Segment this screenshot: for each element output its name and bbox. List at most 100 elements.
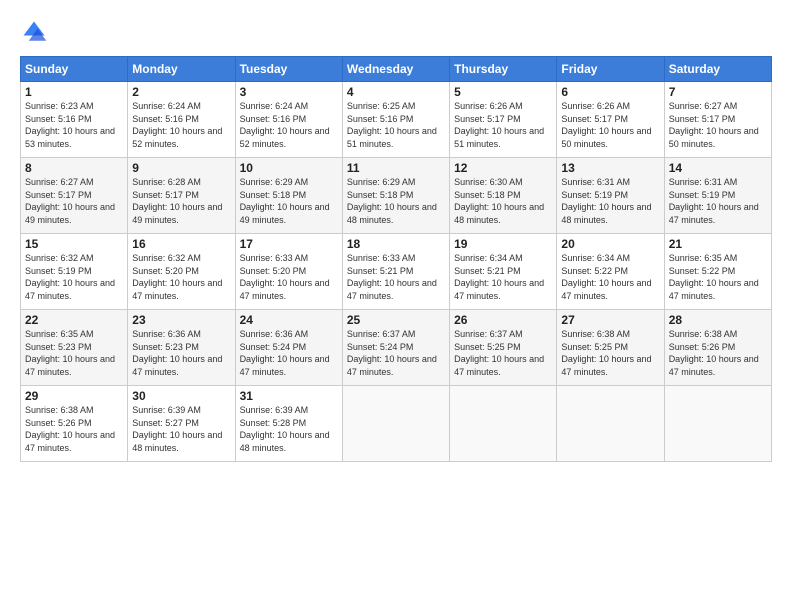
day-number: 5 xyxy=(454,85,552,99)
day-info: Sunrise: 6:31 AMSunset: 5:19 PMDaylight:… xyxy=(561,176,659,226)
day-info: Sunrise: 6:32 AMSunset: 5:20 PMDaylight:… xyxy=(132,252,230,302)
day-number: 30 xyxy=(132,389,230,403)
calendar-cell: 21Sunrise: 6:35 AMSunset: 5:22 PMDayligh… xyxy=(664,234,771,310)
calendar-table: SundayMondayTuesdayWednesdayThursdayFrid… xyxy=(20,56,772,462)
day-info: Sunrise: 6:29 AMSunset: 5:18 PMDaylight:… xyxy=(240,176,338,226)
day-info: Sunrise: 6:27 AMSunset: 5:17 PMDaylight:… xyxy=(669,100,767,150)
day-number: 2 xyxy=(132,85,230,99)
weekday-header-tuesday: Tuesday xyxy=(235,57,342,82)
day-info: Sunrise: 6:26 AMSunset: 5:17 PMDaylight:… xyxy=(561,100,659,150)
day-info: Sunrise: 6:38 AMSunset: 5:26 PMDaylight:… xyxy=(669,328,767,378)
day-info: Sunrise: 6:23 AMSunset: 5:16 PMDaylight:… xyxy=(25,100,123,150)
calendar-cell xyxy=(664,386,771,462)
day-info: Sunrise: 6:26 AMSunset: 5:17 PMDaylight:… xyxy=(454,100,552,150)
calendar-cell: 5Sunrise: 6:26 AMSunset: 5:17 PMDaylight… xyxy=(450,82,557,158)
day-number: 15 xyxy=(25,237,123,251)
day-number: 29 xyxy=(25,389,123,403)
calendar-cell: 11Sunrise: 6:29 AMSunset: 5:18 PMDayligh… xyxy=(342,158,449,234)
calendar-cell: 29Sunrise: 6:38 AMSunset: 5:26 PMDayligh… xyxy=(21,386,128,462)
calendar-cell: 17Sunrise: 6:33 AMSunset: 5:20 PMDayligh… xyxy=(235,234,342,310)
day-number: 11 xyxy=(347,161,445,175)
weekday-header-thursday: Thursday xyxy=(450,57,557,82)
day-number: 7 xyxy=(669,85,767,99)
calendar-cell: 4Sunrise: 6:25 AMSunset: 5:16 PMDaylight… xyxy=(342,82,449,158)
calendar-cell: 12Sunrise: 6:30 AMSunset: 5:18 PMDayligh… xyxy=(450,158,557,234)
calendar-cell: 3Sunrise: 6:24 AMSunset: 5:16 PMDaylight… xyxy=(235,82,342,158)
calendar-cell: 8Sunrise: 6:27 AMSunset: 5:17 PMDaylight… xyxy=(21,158,128,234)
day-number: 12 xyxy=(454,161,552,175)
day-number: 24 xyxy=(240,313,338,327)
calendar-cell: 15Sunrise: 6:32 AMSunset: 5:19 PMDayligh… xyxy=(21,234,128,310)
day-number: 28 xyxy=(669,313,767,327)
day-info: Sunrise: 6:34 AMSunset: 5:21 PMDaylight:… xyxy=(454,252,552,302)
day-info: Sunrise: 6:36 AMSunset: 5:24 PMDaylight:… xyxy=(240,328,338,378)
day-number: 13 xyxy=(561,161,659,175)
calendar-cell: 23Sunrise: 6:36 AMSunset: 5:23 PMDayligh… xyxy=(128,310,235,386)
calendar-cell: 14Sunrise: 6:31 AMSunset: 5:19 PMDayligh… xyxy=(664,158,771,234)
calendar-cell: 18Sunrise: 6:33 AMSunset: 5:21 PMDayligh… xyxy=(342,234,449,310)
calendar-cell: 28Sunrise: 6:38 AMSunset: 5:26 PMDayligh… xyxy=(664,310,771,386)
day-number: 25 xyxy=(347,313,445,327)
day-number: 22 xyxy=(25,313,123,327)
day-info: Sunrise: 6:30 AMSunset: 5:18 PMDaylight:… xyxy=(454,176,552,226)
day-info: Sunrise: 6:39 AMSunset: 5:28 PMDaylight:… xyxy=(240,404,338,454)
day-number: 14 xyxy=(669,161,767,175)
day-number: 26 xyxy=(454,313,552,327)
calendar-cell xyxy=(342,386,449,462)
day-info: Sunrise: 6:33 AMSunset: 5:21 PMDaylight:… xyxy=(347,252,445,302)
logo-icon xyxy=(20,18,48,46)
day-number: 1 xyxy=(25,85,123,99)
day-info: Sunrise: 6:24 AMSunset: 5:16 PMDaylight:… xyxy=(240,100,338,150)
day-info: Sunrise: 6:28 AMSunset: 5:17 PMDaylight:… xyxy=(132,176,230,226)
calendar-cell: 13Sunrise: 6:31 AMSunset: 5:19 PMDayligh… xyxy=(557,158,664,234)
day-number: 21 xyxy=(669,237,767,251)
day-info: Sunrise: 6:35 AMSunset: 5:22 PMDaylight:… xyxy=(669,252,767,302)
day-info: Sunrise: 6:38 AMSunset: 5:25 PMDaylight:… xyxy=(561,328,659,378)
calendar-cell: 9Sunrise: 6:28 AMSunset: 5:17 PMDaylight… xyxy=(128,158,235,234)
day-number: 4 xyxy=(347,85,445,99)
calendar-cell: 31Sunrise: 6:39 AMSunset: 5:28 PMDayligh… xyxy=(235,386,342,462)
day-info: Sunrise: 6:34 AMSunset: 5:22 PMDaylight:… xyxy=(561,252,659,302)
calendar-cell: 30Sunrise: 6:39 AMSunset: 5:27 PMDayligh… xyxy=(128,386,235,462)
calendar-cell: 6Sunrise: 6:26 AMSunset: 5:17 PMDaylight… xyxy=(557,82,664,158)
logo xyxy=(20,18,52,46)
week-row-3: 15Sunrise: 6:32 AMSunset: 5:19 PMDayligh… xyxy=(21,234,772,310)
weekday-header-friday: Friday xyxy=(557,57,664,82)
header xyxy=(20,18,772,46)
day-info: Sunrise: 6:36 AMSunset: 5:23 PMDaylight:… xyxy=(132,328,230,378)
day-number: 17 xyxy=(240,237,338,251)
calendar-cell: 27Sunrise: 6:38 AMSunset: 5:25 PMDayligh… xyxy=(557,310,664,386)
calendar-cell: 1Sunrise: 6:23 AMSunset: 5:16 PMDaylight… xyxy=(21,82,128,158)
calendar-cell: 24Sunrise: 6:36 AMSunset: 5:24 PMDayligh… xyxy=(235,310,342,386)
day-number: 9 xyxy=(132,161,230,175)
page: SundayMondayTuesdayWednesdayThursdayFrid… xyxy=(0,0,792,612)
week-row-4: 22Sunrise: 6:35 AMSunset: 5:23 PMDayligh… xyxy=(21,310,772,386)
calendar-cell xyxy=(557,386,664,462)
day-info: Sunrise: 6:27 AMSunset: 5:17 PMDaylight:… xyxy=(25,176,123,226)
day-number: 20 xyxy=(561,237,659,251)
day-number: 8 xyxy=(25,161,123,175)
day-number: 23 xyxy=(132,313,230,327)
calendar-cell xyxy=(450,386,557,462)
week-row-1: 1Sunrise: 6:23 AMSunset: 5:16 PMDaylight… xyxy=(21,82,772,158)
calendar-cell: 26Sunrise: 6:37 AMSunset: 5:25 PMDayligh… xyxy=(450,310,557,386)
day-info: Sunrise: 6:32 AMSunset: 5:19 PMDaylight:… xyxy=(25,252,123,302)
calendar-cell: 22Sunrise: 6:35 AMSunset: 5:23 PMDayligh… xyxy=(21,310,128,386)
week-row-5: 29Sunrise: 6:38 AMSunset: 5:26 PMDayligh… xyxy=(21,386,772,462)
day-info: Sunrise: 6:31 AMSunset: 5:19 PMDaylight:… xyxy=(669,176,767,226)
calendar-cell: 16Sunrise: 6:32 AMSunset: 5:20 PMDayligh… xyxy=(128,234,235,310)
day-number: 16 xyxy=(132,237,230,251)
day-info: Sunrise: 6:24 AMSunset: 5:16 PMDaylight:… xyxy=(132,100,230,150)
weekday-header-sunday: Sunday xyxy=(21,57,128,82)
calendar-cell: 25Sunrise: 6:37 AMSunset: 5:24 PMDayligh… xyxy=(342,310,449,386)
calendar-cell: 7Sunrise: 6:27 AMSunset: 5:17 PMDaylight… xyxy=(664,82,771,158)
week-row-2: 8Sunrise: 6:27 AMSunset: 5:17 PMDaylight… xyxy=(21,158,772,234)
day-info: Sunrise: 6:37 AMSunset: 5:24 PMDaylight:… xyxy=(347,328,445,378)
day-info: Sunrise: 6:29 AMSunset: 5:18 PMDaylight:… xyxy=(347,176,445,226)
day-number: 10 xyxy=(240,161,338,175)
day-number: 27 xyxy=(561,313,659,327)
calendar-cell: 10Sunrise: 6:29 AMSunset: 5:18 PMDayligh… xyxy=(235,158,342,234)
weekday-header-saturday: Saturday xyxy=(664,57,771,82)
day-info: Sunrise: 6:37 AMSunset: 5:25 PMDaylight:… xyxy=(454,328,552,378)
weekday-header-row: SundayMondayTuesdayWednesdayThursdayFrid… xyxy=(21,57,772,82)
